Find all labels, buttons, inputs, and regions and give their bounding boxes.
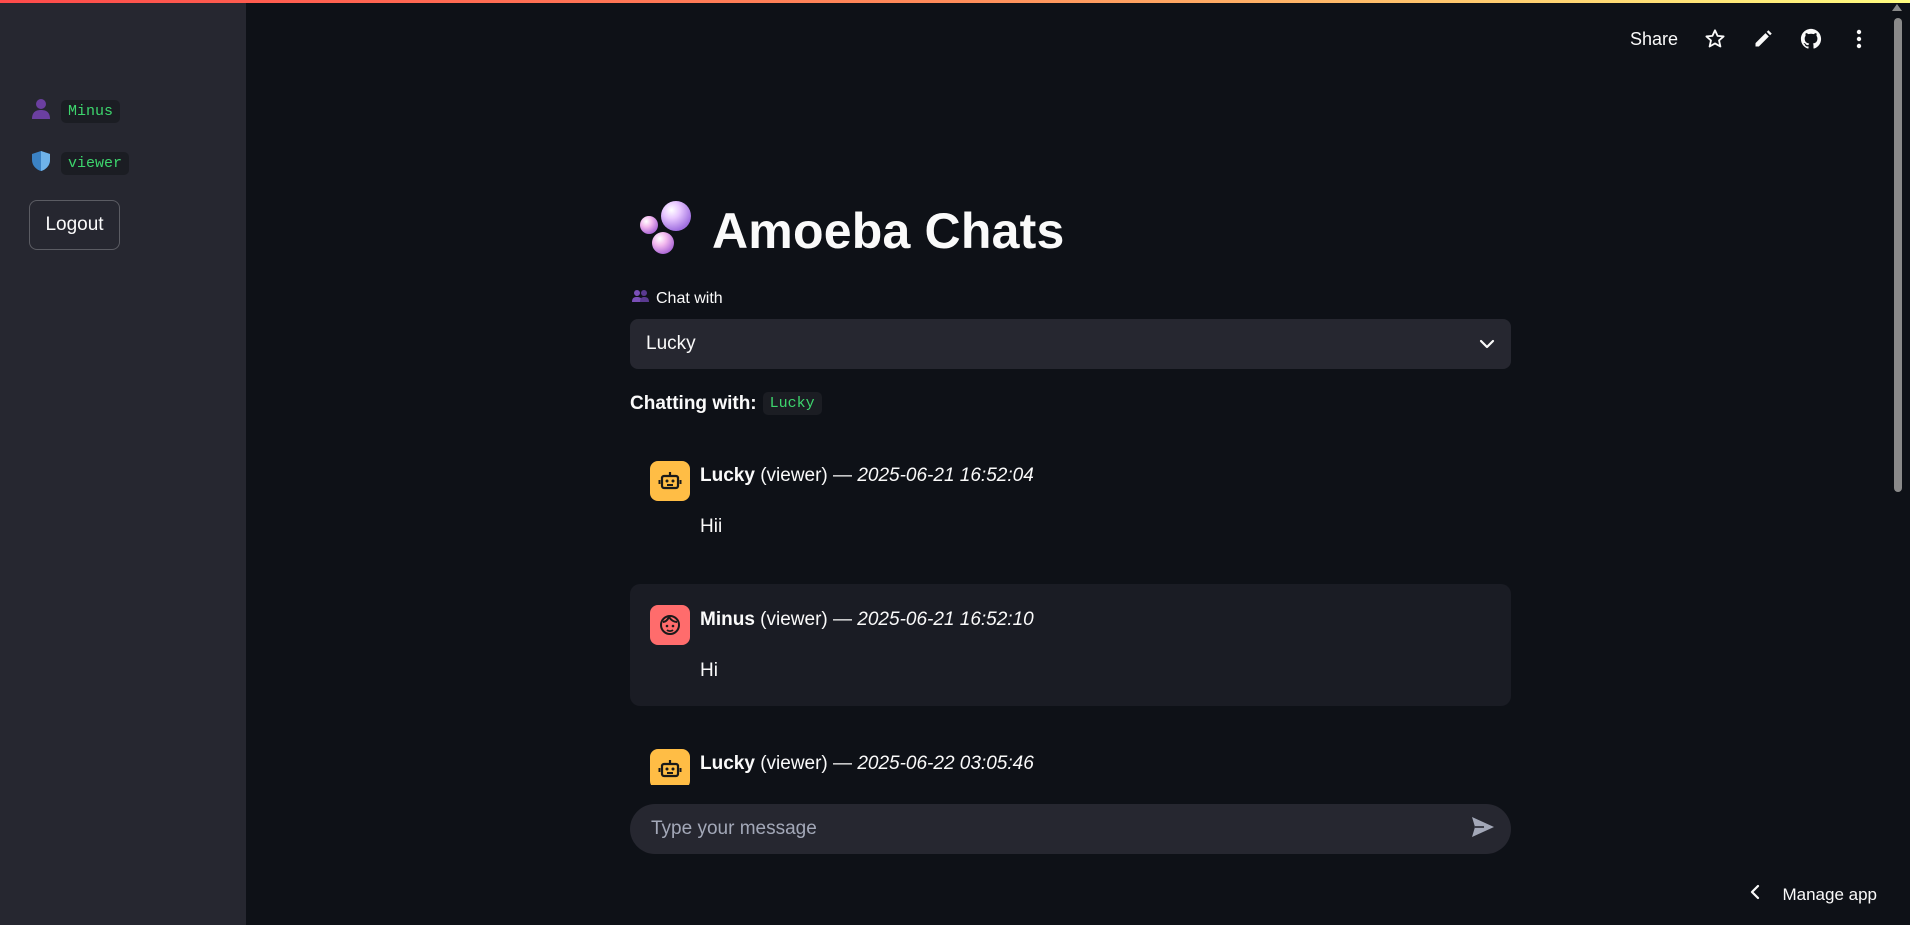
robot-icon [650,749,690,785]
share-button[interactable]: Share [1630,29,1678,50]
chevron-left-icon[interactable] [1750,884,1760,905]
sidebar-role: viewer [61,152,130,175]
message-role: (viewer) [760,609,828,630]
chat-message: Minus (viewer) — 2025-06-21 16:52:10 Hi [630,584,1511,706]
message-list: Lucky (viewer) — 2025-06-21 16:52:04 Hii… [630,440,1511,785]
message-header: Lucky (viewer) — 2025-06-21 16:52:04 [700,465,1034,487]
github-icon[interactable] [1800,28,1822,50]
sidebar-user-row: Minus [31,98,121,125]
manage-app-label: Manage app [1782,884,1877,904]
message-role: (viewer) [760,465,828,486]
chatting-with-label: Chatting with: [630,392,757,414]
select-label: Chat with [656,289,723,307]
users-icon [632,289,650,308]
sidebar-username: Minus [61,100,121,123]
message-author: Minus [700,609,755,630]
sidebar-role-row: viewer [31,150,130,177]
chatting-with-value: Lucky [762,392,822,415]
message-timestamp: 2025-06-21 16:52:10 [857,609,1034,630]
message-separator: — [827,465,858,486]
message-author: Lucky [700,465,755,486]
page-header: Amoeba Chats [636,198,1064,263]
header-toolbar: Share [1630,24,1870,54]
robot-icon [650,461,690,501]
chat-message-input[interactable] [651,818,1431,840]
message-timestamp: 2025-06-22 03:05:46 [857,753,1034,774]
top-decoration-bar [0,0,1910,3]
face-icon [650,605,690,645]
more-vertical-icon[interactable] [1848,28,1870,50]
star-icon[interactable] [1704,28,1726,50]
manage-app-button[interactable]: Manage app [1750,884,1877,905]
chat-message: Lucky (viewer) — 2025-06-22 03:05:46 [630,728,1511,785]
contact-select[interactable]: Lucky [630,319,1511,369]
message-header: Lucky (viewer) — 2025-06-22 03:05:46 [700,753,1034,775]
chat-message: Lucky (viewer) — 2025-06-21 16:52:04 Hii [630,440,1511,562]
message-text: Hi [700,660,718,681]
message-separator: — [827,753,858,774]
message-author: Lucky [700,753,755,774]
message-text: Hii [700,516,723,537]
sidebar: Minus viewer Logout [0,0,246,925]
chat-input-bar [630,804,1511,854]
message-role: (viewer) [760,753,828,774]
bubbles-icon [636,198,696,263]
pencil-icon[interactable] [1752,28,1774,50]
chevron-down-icon[interactable] [1479,333,1495,355]
shield-icon [31,150,51,177]
select-label-row: Chat with [632,289,723,308]
message-timestamp: 2025-06-21 16:52:04 [857,465,1034,486]
scrollbar-thumb[interactable] [1894,18,1902,492]
user-icon [31,98,51,125]
contact-select-value: Lucky [646,333,696,354]
chatting-with-row: Chatting with: Lucky [630,392,822,415]
logout-button[interactable]: Logout [29,200,120,250]
page-title: Amoeba Chats [712,202,1065,259]
message-separator: — [827,609,858,630]
send-icon[interactable] [1471,816,1495,843]
message-header: Minus (viewer) — 2025-06-21 16:52:10 [700,609,1034,631]
scroll-up-arrow-icon[interactable] [1892,4,1902,11]
